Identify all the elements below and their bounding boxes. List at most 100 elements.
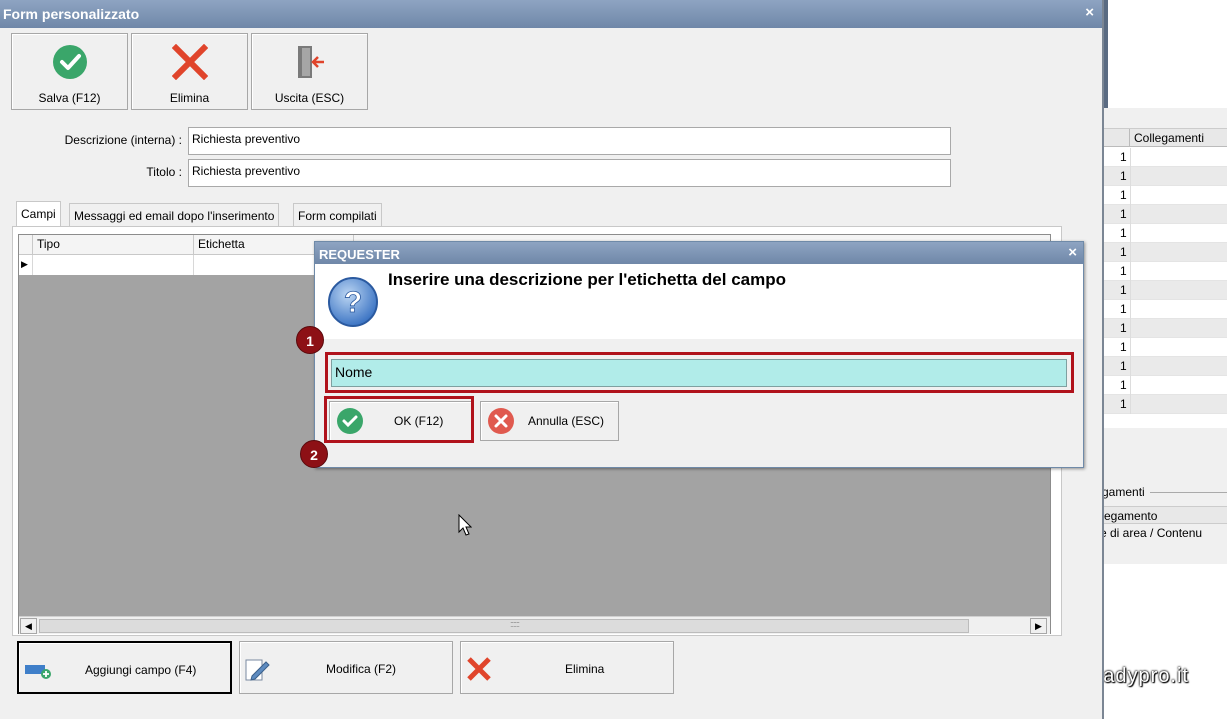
background-group-legend: gamenti (1102, 485, 1145, 499)
scroll-right-icon[interactable]: ▶ (1030, 618, 1047, 634)
background-grid-separator (1130, 395, 1131, 414)
red-x-icon (172, 44, 208, 80)
step-badge-2: 2 (300, 440, 328, 468)
background-grid-cell: 1 (1120, 359, 1127, 373)
background-group-header: ollegamento (1092, 506, 1227, 524)
grid-header-indicator (19, 235, 33, 255)
edit-button[interactable]: Modifica (F2) (239, 641, 453, 694)
dialog-close-icon[interactable]: × (1068, 244, 1077, 261)
background-bottom-area (1100, 564, 1227, 719)
horizontal-scrollbar[interactable]: ◀ :::::: ▶ (19, 616, 1050, 634)
add-field-button[interactable]: Aggiungi campo (F4) (17, 641, 232, 694)
svg-text:?: ? (344, 286, 362, 319)
edit-pencil-icon (245, 659, 270, 681)
background-grid-separator (1130, 338, 1131, 357)
background-grid-row: 1 (1100, 224, 1227, 243)
background-grid-row: 1 (1100, 357, 1227, 376)
background-window: Collegamenti 1 1 1 1 1 1 1 1 1 1 1 1 1 1 gamenti olle… (1090, 0, 1227, 719)
background-grid-separator (1130, 262, 1131, 281)
add-field-label: Aggiungi campo (F4) (85, 663, 197, 677)
background-grid-separator (1130, 148, 1131, 167)
background-grid-cell: 1 (1120, 226, 1127, 240)
background-grid-separator (1130, 376, 1131, 395)
row-indicator-icon: ▶ (19, 255, 33, 275)
cancel-circle-icon (488, 408, 514, 434)
background-grid-cell: 1 (1120, 188, 1127, 202)
background-grid-row: 1 (1100, 376, 1227, 395)
background-grid-separator (1130, 300, 1131, 319)
delete-field-button[interactable]: Elimina (460, 641, 674, 694)
grid-header-tipo[interactable]: Tipo (33, 235, 194, 255)
background-grid-cell: 1 (1120, 321, 1127, 335)
delete-field-label: Elimina (565, 662, 605, 676)
background-grid-row: 1 (1100, 167, 1227, 186)
background-grid-row: 1 (1100, 395, 1227, 414)
titolo-label: Titolo : (146, 165, 182, 179)
edit-button-label: Modifica (F2) (326, 662, 397, 676)
dialog-title: REQUESTER (319, 247, 400, 262)
background-grid-cell: 1 (1120, 264, 1127, 278)
delete-button-label: Elimina (169, 91, 210, 105)
background-grid-separator (1130, 243, 1131, 262)
delete-button[interactable]: Elimina (131, 33, 248, 110)
tab-campi[interactable]: Campi (16, 201, 61, 227)
tab-form-compilati[interactable]: Form compilati (293, 203, 382, 227)
background-grid-cell: 1 (1120, 245, 1127, 259)
background-group-line (1150, 492, 1227, 493)
tab-messaggi[interactable]: Messaggi ed email dopo l'inserimento (69, 203, 280, 227)
background-grid-row: 1 (1100, 186, 1227, 205)
background-grid-separator (1130, 167, 1131, 186)
background-grid-row: 1 (1100, 319, 1227, 338)
background-grid-cell: 1 (1120, 378, 1127, 392)
background-grid-separator (1130, 357, 1131, 376)
background-top-area (1100, 0, 1227, 108)
exit-button[interactable]: Uscita (ESC) (251, 33, 368, 110)
background-grid-row: 1 (1100, 148, 1227, 167)
background-group-row: me di area / Contenu (1090, 526, 1203, 540)
question-icon: ? (328, 277, 378, 327)
exit-button-label: Uscita (ESC) (274, 91, 345, 105)
check-circle-icon (53, 45, 87, 79)
background-grid-separator (1130, 281, 1131, 300)
dialog-message-area: ? Inserire una descrizione per l'etichet… (315, 264, 1083, 339)
window-title: Form personalizzato (3, 6, 140, 22)
background-grid-row: 1 (1100, 281, 1227, 300)
descrizione-field[interactable]: Richiesta preventivo (188, 127, 951, 155)
highlight-ok (324, 396, 474, 443)
background-grid-cell: 1 (1120, 340, 1127, 354)
background-grid-cell: 1 (1120, 169, 1127, 183)
background-grid-row: 1 (1100, 262, 1227, 281)
cancel-button[interactable]: Annulla (ESC) (480, 401, 619, 441)
save-button[interactable]: Salva (F12) (11, 33, 128, 110)
background-grid-separator (1130, 186, 1131, 205)
background-grid-row: 1 (1100, 243, 1227, 262)
background-grid-separator (1130, 224, 1131, 243)
background-grid-row: 1 (1100, 205, 1227, 224)
dialog-titlebar: REQUESTER × (315, 242, 1083, 264)
descrizione-label: Descrizione (interna) : (64, 133, 182, 147)
scrollbar-thumb[interactable]: :::::: (39, 619, 969, 633)
window-titlebar: Form personalizzato × (0, 0, 1102, 28)
background-grid: Collegamenti 1 1 1 1 1 1 1 1 1 1 1 1 1 1 (1100, 128, 1227, 428)
window-close-icon[interactable]: × (1085, 4, 1094, 21)
background-links-group: gamenti ollegamento me di area / Contenu (1090, 484, 1227, 564)
background-grid-header: Collegamenti (1100, 129, 1227, 147)
background-grid-cell: 1 (1120, 283, 1127, 297)
background-grid-row: 1 (1100, 300, 1227, 319)
highlight-input (325, 352, 1074, 393)
background-grid-separator (1130, 205, 1131, 224)
scrollbar-grip: :::::: (510, 619, 520, 629)
red-x-icon (467, 657, 491, 681)
save-button-label: Salva (F12) (38, 91, 101, 105)
background-grid-cell: 1 (1120, 207, 1127, 221)
add-field-icon (25, 665, 51, 679)
background-grid-separator (1130, 319, 1131, 338)
cancel-button-label: Annulla (ESC) (528, 414, 605, 428)
scroll-left-icon[interactable]: ◀ (20, 618, 37, 634)
background-grid-cell: 1 (1120, 302, 1127, 316)
exit-door-icon (298, 46, 324, 78)
background-grid-row: 1 (1100, 338, 1227, 357)
titolo-field[interactable]: Richiesta preventivo (188, 159, 951, 187)
background-grid-num-column (1100, 129, 1130, 147)
grid-cell-tipo[interactable] (33, 255, 194, 275)
